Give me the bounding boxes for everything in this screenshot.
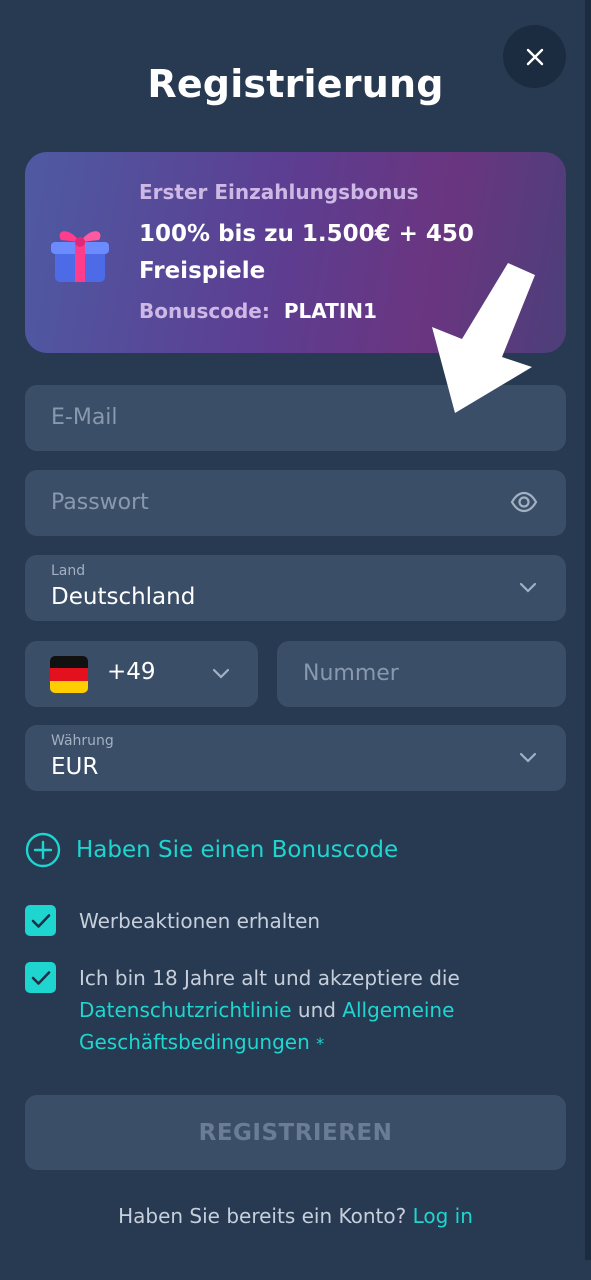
scrollbar[interactable] bbox=[585, 0, 591, 1260]
currency-label: Währung bbox=[51, 733, 114, 749]
terms-checkbox[interactable] bbox=[25, 962, 56, 993]
germany-flag-icon bbox=[50, 656, 88, 693]
country-value: Deutschland bbox=[51, 584, 196, 610]
bonus-label: Erster Einzahlungsbonus bbox=[139, 180, 419, 204]
email-placeholder: E-Mail bbox=[51, 405, 118, 430]
checkmark-icon bbox=[31, 913, 50, 928]
bonus-code-link-label: Haben Sie einen Bonuscode bbox=[76, 837, 399, 863]
password-field[interactable]: Passwort bbox=[25, 470, 566, 536]
login-prompt-text: Haben Sie bereits ein Konto? bbox=[118, 1204, 407, 1228]
terms-text: Ich bin 18 Jahre alt und akzeptiere die bbox=[79, 966, 460, 990]
promotions-checkbox[interactable] bbox=[25, 905, 56, 936]
country-label: Land bbox=[51, 563, 86, 579]
login-prompt: Haben Sie bereits ein Konto? Log in bbox=[0, 1204, 591, 1228]
terms-link-part1[interactable]: Allgemeine bbox=[342, 998, 454, 1022]
eye-icon[interactable] bbox=[510, 490, 538, 514]
phone-code-select[interactable]: +49 bbox=[25, 641, 258, 707]
terms-label: Ich bin 18 Jahre alt und akzeptiere die … bbox=[79, 962, 549, 1060]
add-bonus-code-link[interactable]: Haben Sie einen Bonuscode bbox=[25, 832, 398, 868]
phone-number-placeholder: Nummer bbox=[303, 661, 399, 686]
currency-select[interactable]: Währung EUR bbox=[25, 725, 566, 791]
bonus-code-label: Bonuscode: bbox=[139, 299, 270, 323]
country-select[interactable]: Land Deutschland bbox=[25, 555, 566, 621]
phone-code-value: +49 bbox=[107, 659, 156, 685]
terms-and-text: und bbox=[297, 998, 336, 1022]
page-title: Registrierung bbox=[147, 62, 444, 106]
chevron-down-icon bbox=[519, 582, 537, 593]
phone-number-field[interactable]: Nummer bbox=[277, 641, 566, 707]
currency-value: EUR bbox=[51, 754, 99, 780]
chevron-down-icon bbox=[212, 668, 230, 679]
terms-link-part2[interactable]: Geschäftsbedingungen bbox=[79, 1030, 310, 1054]
gift-icon bbox=[51, 231, 109, 282]
password-placeholder: Passwort bbox=[51, 490, 149, 515]
bonus-code-row: Bonuscode: PLATIN1 bbox=[139, 299, 377, 323]
arrow-pointer-icon bbox=[432, 263, 535, 413]
chevron-down-icon bbox=[519, 752, 537, 763]
checkmark-icon bbox=[31, 970, 50, 985]
required-mark: * bbox=[316, 1034, 325, 1053]
bonus-code-value: PLATIN1 bbox=[283, 299, 377, 323]
privacy-policy-link[interactable]: Datenschutzrichtlinie bbox=[79, 998, 292, 1022]
login-link[interactable]: Log in bbox=[413, 1204, 473, 1228]
plus-circle-icon bbox=[25, 832, 61, 868]
register-button[interactable]: REGISTRIEREN bbox=[25, 1095, 566, 1170]
promotions-label: Werbeaktionen erhalten bbox=[79, 909, 321, 933]
